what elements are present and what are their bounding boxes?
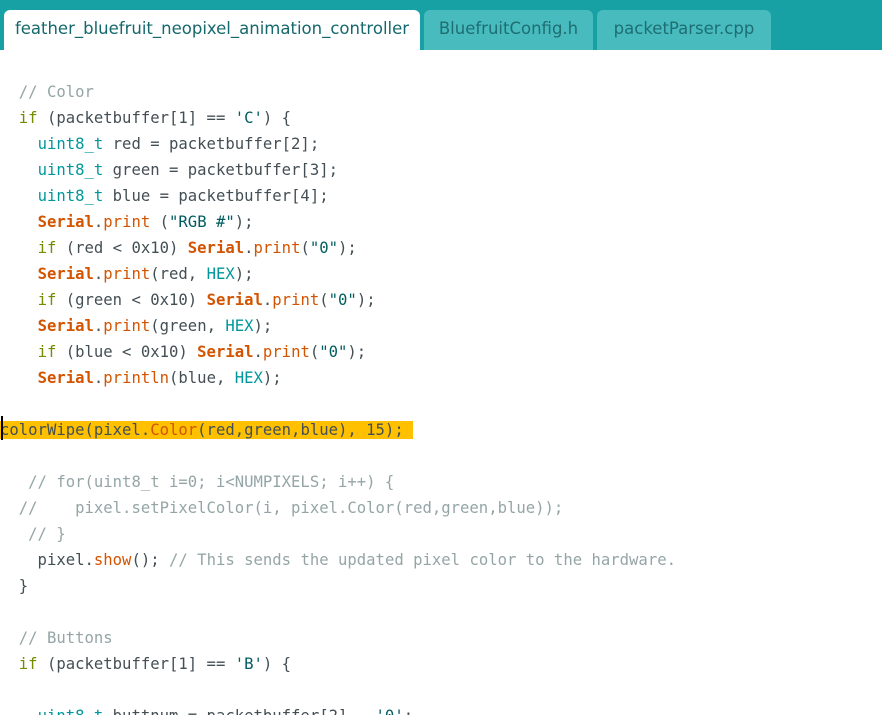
code-line[interactable]: // Color <box>0 79 94 105</box>
code-line[interactable]: // for(uint8_t i=0; i<NUMPIXELS; i++) { <box>0 469 394 495</box>
code-line[interactable]: pixel.show(); // This sends the updated … <box>0 547 676 573</box>
code-line[interactable]: Serial.print ("RGB #"); <box>0 209 254 235</box>
code-line[interactable]: uint8_t green = packetbuffer[3]; <box>0 157 338 183</box>
code-line[interactable]: Serial.print(green, HEX); <box>0 313 273 339</box>
code-line[interactable]: } <box>0 573 28 599</box>
code-editor[interactable]: // Color if (packetbuffer[1] == 'C') { u… <box>0 50 882 715</box>
code-line[interactable]: if (green < 0x10) Serial.print("0"); <box>0 287 376 313</box>
code-line[interactable]: if (packetbuffer[1] == 'B') { <box>0 651 291 677</box>
tab-main-sketch[interactable]: feather_bluefruit_neopixel_animation_con… <box>4 10 420 50</box>
code-line[interactable]: Serial.print(red, HEX); <box>0 261 254 287</box>
code-line[interactable]: if (red < 0x10) Serial.print("0"); <box>0 235 357 261</box>
code-line[interactable]: // Buttons <box>0 625 113 651</box>
code-line[interactable]: // pixel.setPixelColor(i, pixel.Color(re… <box>0 495 564 521</box>
editor-tab-bar: feather_bluefruit_neopixel_animation_con… <box>0 0 882 50</box>
code-line[interactable]: if (packetbuffer[1] == 'C') { <box>0 105 291 131</box>
tab-packetparser-cpp[interactable]: packetParser.cpp <box>597 10 771 50</box>
code-line[interactable]: uint8_t blue = packetbuffer[4]; <box>0 183 329 209</box>
tab-bluefruitconfig-h[interactable]: BluefruitConfig.h <box>424 10 593 50</box>
highlighted-code: colorWipe(pixel.Color(red,green,blue), 1… <box>0 421 414 439</box>
code-line[interactable]: uint8_t buttnum = packetbuffer[2] - '0'; <box>0 703 414 715</box>
code-line[interactable]: uint8_t red = packetbuffer[2]; <box>0 131 320 157</box>
code-line[interactable]: Serial.println(blue, HEX); <box>0 365 282 391</box>
code-line[interactable]: if (blue < 0x10) Serial.print("0"); <box>0 339 367 365</box>
text-caret <box>1 416 3 440</box>
code-line[interactable]: // } <box>0 521 66 547</box>
code-line[interactable]: colorWipe(pixel.Color(red,green,blue), 1… <box>0 417 414 443</box>
